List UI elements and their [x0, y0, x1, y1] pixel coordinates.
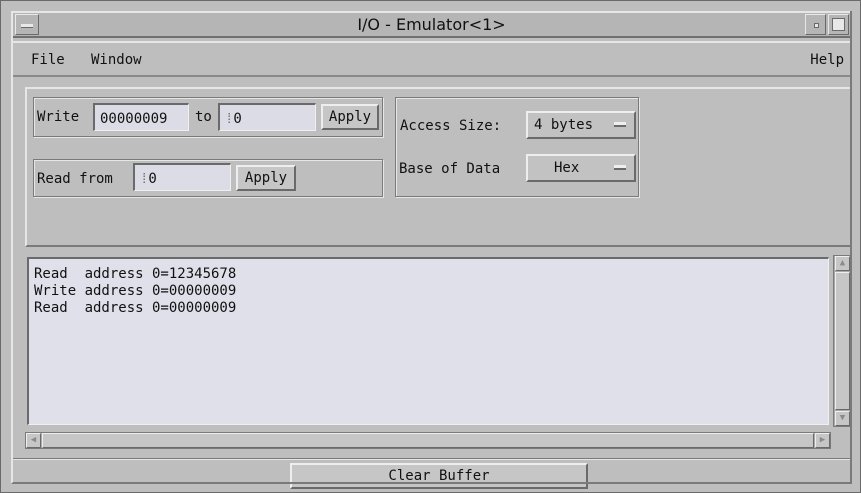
output-line: Read address 0=00000009: [34, 300, 237, 316]
read-address-value: 0: [148, 171, 157, 187]
title-bar[interactable]: I/O - Emulator<1>: [11, 11, 852, 38]
base-of-data-label: Base of Data: [399, 161, 501, 177]
io-emulator-window: I/O - Emulator<1> File Window Help Write…: [0, 0, 861, 493]
write-address-value: 0: [233, 111, 242, 127]
access-size-menu[interactable]: 4 bytes: [526, 111, 636, 139]
menu-window[interactable]: Window: [91, 52, 142, 68]
control-panel: Write 00000009 to ⁞0 Apply Read from ⁞0 …: [25, 87, 852, 247]
write-label: Write: [37, 109, 80, 125]
vertical-scrollbar[interactable]: ▲ ▼: [833, 255, 852, 427]
option-menu-indicator-icon: [614, 165, 626, 170]
scroll-left-icon[interactable]: ◀: [26, 433, 41, 448]
minimize-button[interactable]: [805, 14, 826, 35]
options-group: Access Size: 4 bytes Base of Data Hex: [395, 97, 639, 197]
scroll-right-icon[interactable]: ▶: [815, 433, 830, 448]
menu-bar: File Window Help: [11, 41, 852, 77]
window-title: I/O - Emulator<1>: [357, 15, 506, 34]
vertical-scroll-thumb[interactable]: [835, 272, 850, 410]
output-line: Write address 0=00000009: [34, 283, 237, 299]
maximize-button[interactable]: [828, 14, 849, 35]
horizontal-scroll-thumb[interactable]: [42, 433, 814, 448]
to-label: to: [195, 109, 212, 125]
read-address-field[interactable]: ⁞0: [133, 163, 231, 191]
option-menu-indicator-icon: [614, 122, 626, 127]
read-from-label: Read from: [37, 171, 113, 187]
minimize-icon: [814, 23, 819, 28]
clear-buffer-button[interactable]: Clear Buffer: [290, 463, 588, 489]
base-of-data-value: Hex: [554, 160, 580, 176]
read-group: Read from ⁞0 Apply: [33, 159, 383, 197]
write-address-field[interactable]: ⁞0: [218, 103, 316, 131]
write-apply-button[interactable]: Apply: [321, 104, 379, 130]
footer-divider: [11, 458, 852, 460]
maximize-icon: [832, 18, 845, 31]
menu-help[interactable]: Help: [810, 52, 844, 68]
output-line: Read address 0=12345678: [34, 266, 237, 282]
write-value-field[interactable]: 00000009: [93, 103, 189, 131]
horizontal-scrollbar[interactable]: ◀ ▶: [25, 432, 831, 449]
access-size-value: 4 bytes: [534, 117, 594, 133]
menu-file[interactable]: File: [31, 52, 65, 68]
scroll-down-icon[interactable]: ▼: [835, 411, 850, 426]
read-apply-button[interactable]: Apply: [236, 165, 296, 191]
output-buffer[interactable]: Read address 0=12345678 Write address 0=0…: [27, 257, 829, 425]
base-of-data-menu[interactable]: Hex: [526, 154, 636, 182]
scroll-up-icon[interactable]: ▲: [835, 256, 850, 271]
write-group: Write 00000009 to ⁞0 Apply: [33, 97, 383, 137]
access-size-label: Access Size:: [400, 118, 502, 134]
